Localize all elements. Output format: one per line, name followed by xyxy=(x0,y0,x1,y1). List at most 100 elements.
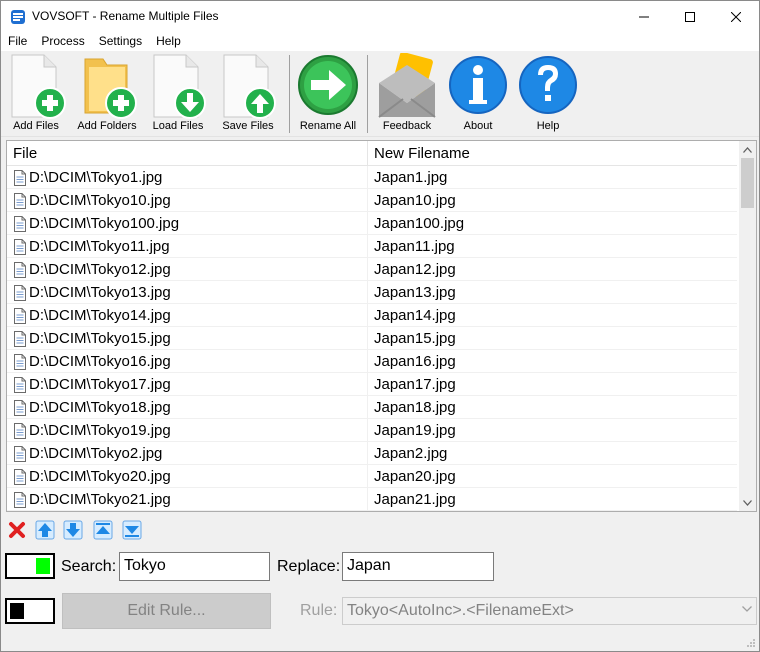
column-divider xyxy=(367,235,368,258)
move-down-button[interactable] xyxy=(62,519,84,541)
new-filename-cell: Japan11.jpg xyxy=(374,238,455,255)
arrow-top-icon xyxy=(93,520,113,540)
column-divider xyxy=(367,488,368,511)
app-window: VOVSOFT - Rename Multiple Files File Pro… xyxy=(0,0,760,652)
file-path-cell: D:\DCIM\Tokyo100.jpg xyxy=(29,215,180,232)
file-icon xyxy=(14,492,26,508)
save-files-button[interactable]: Save Files xyxy=(217,51,279,137)
new-filename-cell: Japan1.jpg xyxy=(374,169,448,186)
maximize-button[interactable] xyxy=(667,1,713,32)
table-row[interactable]: D:\DCIM\Tokyo10.jpg Japan10.jpg xyxy=(7,189,737,212)
search-mode-toggle[interactable] xyxy=(5,553,55,579)
table-row[interactable]: D:\DCIM\Tokyo15.jpg Japan15.jpg xyxy=(7,327,737,350)
feedback-button[interactable]: Feedback xyxy=(373,51,441,137)
about-label: About xyxy=(463,120,493,132)
close-button[interactable] xyxy=(713,1,759,32)
rename-all-button[interactable]: Rename All xyxy=(295,51,361,137)
minimize-button[interactable] xyxy=(621,1,667,32)
toggle-knob xyxy=(36,558,50,574)
column-header-new-filename[interactable]: New Filename xyxy=(368,141,737,166)
file-icon xyxy=(14,239,26,255)
scroll-thumb[interactable] xyxy=(741,158,754,208)
resize-grip-icon[interactable] xyxy=(746,638,756,648)
file-path-cell: D:\DCIM\Tokyo20.jpg xyxy=(29,468,171,485)
column-header-file[interactable]: File xyxy=(7,141,367,166)
add-files-button[interactable]: Add Files xyxy=(5,51,67,137)
table-row[interactable]: D:\DCIM\Tokyo21.jpg Japan21.jpg xyxy=(7,488,737,511)
table-row[interactable]: D:\DCIM\Tokyo14.jpg Japan14.jpg xyxy=(7,304,737,327)
file-path-cell: D:\DCIM\Tokyo10.jpg xyxy=(29,192,171,209)
file-icon xyxy=(14,308,26,324)
table-row[interactable]: D:\DCIM\Tokyo100.jpg Japan100.jpg xyxy=(7,212,737,235)
help-label: Help xyxy=(536,120,560,132)
delete-x-icon xyxy=(9,522,25,538)
column-divider xyxy=(367,419,368,442)
arrow-bottom-icon xyxy=(122,520,142,540)
edit-rule-button[interactable]: Edit Rule... xyxy=(62,593,271,629)
column-divider xyxy=(367,327,368,350)
toolbar-separator xyxy=(289,55,290,133)
file-path-cell: D:\DCIM\Tokyo16.jpg xyxy=(29,353,171,370)
file-path-cell: D:\DCIM\Tokyo13.jpg xyxy=(29,284,171,301)
column-divider xyxy=(367,442,368,465)
file-icon xyxy=(14,170,26,186)
file-path-cell: D:\DCIM\Tokyo21.jpg xyxy=(29,491,171,508)
load-files-button[interactable]: Load Files xyxy=(147,51,209,137)
move-up-button[interactable] xyxy=(34,519,56,541)
minimize-icon xyxy=(639,16,649,17)
file-path-cell: D:\DCIM\Tokyo12.jpg xyxy=(29,261,171,278)
save-file-icon xyxy=(223,54,276,119)
file-icon xyxy=(14,331,26,347)
table-row[interactable]: D:\DCIM\Tokyo19.jpg Japan19.jpg xyxy=(7,419,737,442)
column-divider xyxy=(367,304,368,327)
file-list[interactable]: File New Filename D:\DCIM\Tokyo1.jpg Japa… xyxy=(6,140,757,512)
table-row[interactable]: D:\DCIM\Tokyo20.jpg Japan20.jpg xyxy=(7,465,737,488)
help-button[interactable]: Help xyxy=(517,51,579,137)
add-file-icon xyxy=(11,54,66,119)
new-filename-cell: Japan20.jpg xyxy=(374,468,456,485)
rule-select[interactable]: Tokyo<AutoInc>.<FilenameExt> xyxy=(342,597,757,625)
arrow-up-icon xyxy=(35,520,55,540)
file-path-cell: D:\DCIM\Tokyo15.jpg xyxy=(29,330,171,347)
rename-all-label: Rename All xyxy=(299,120,357,132)
table-row[interactable]: D:\DCIM\Tokyo1.jpg Japan1.jpg xyxy=(7,166,737,189)
table-row[interactable]: D:\DCIM\Tokyo13.jpg Japan13.jpg xyxy=(7,281,737,304)
move-bottom-button[interactable] xyxy=(121,519,143,541)
new-filename-cell: Japan15.jpg xyxy=(374,330,456,347)
list-header: File New Filename xyxy=(7,141,737,166)
move-top-button[interactable] xyxy=(92,519,114,541)
table-row[interactable]: D:\DCIM\Tokyo16.jpg Japan16.jpg xyxy=(7,350,737,373)
arrow-right-icon xyxy=(298,55,358,115)
scroll-down-button[interactable] xyxy=(739,494,756,511)
menu-process[interactable]: Process xyxy=(34,32,91,51)
replace-input[interactable]: Japan xyxy=(342,552,494,581)
vertical-scrollbar[interactable] xyxy=(739,141,756,511)
scroll-up-button[interactable] xyxy=(739,141,756,158)
file-icon xyxy=(14,377,26,393)
file-path-cell: D:\DCIM\Tokyo11.jpg xyxy=(29,238,170,255)
help-question-icon xyxy=(519,56,577,114)
search-label: Search: xyxy=(61,558,117,575)
file-icon xyxy=(14,354,26,370)
table-row[interactable]: D:\DCIM\Tokyo17.jpg Japan17.jpg xyxy=(7,373,737,396)
menu-settings[interactable]: Settings xyxy=(92,32,149,51)
file-icon xyxy=(14,216,26,232)
column-divider xyxy=(367,373,368,396)
about-button[interactable]: About xyxy=(447,51,509,137)
search-input[interactable]: Tokyo xyxy=(119,552,270,581)
remove-button[interactable] xyxy=(6,519,28,541)
add-folders-button[interactable]: Add Folders xyxy=(73,51,141,137)
close-icon xyxy=(731,11,741,22)
replace-label: Replace: xyxy=(277,558,341,575)
toggle-knob xyxy=(10,603,24,619)
add-files-label: Add Files xyxy=(13,120,59,132)
rule-select-value: Tokyo<AutoInc>.<FilenameExt> xyxy=(347,602,574,619)
rule-mode-toggle[interactable] xyxy=(5,598,55,624)
table-row[interactable]: D:\DCIM\Tokyo2.jpg Japan2.jpg xyxy=(7,442,737,465)
table-row[interactable]: D:\DCIM\Tokyo11.jpg Japan11.jpg xyxy=(7,235,737,258)
mail-icon xyxy=(378,53,436,118)
table-row[interactable]: D:\DCIM\Tokyo12.jpg Japan12.jpg xyxy=(7,258,737,281)
menu-file[interactable]: File xyxy=(1,32,34,51)
table-row[interactable]: D:\DCIM\Tokyo18.jpg Japan18.jpg xyxy=(7,396,737,419)
menu-help[interactable]: Help xyxy=(149,32,188,51)
